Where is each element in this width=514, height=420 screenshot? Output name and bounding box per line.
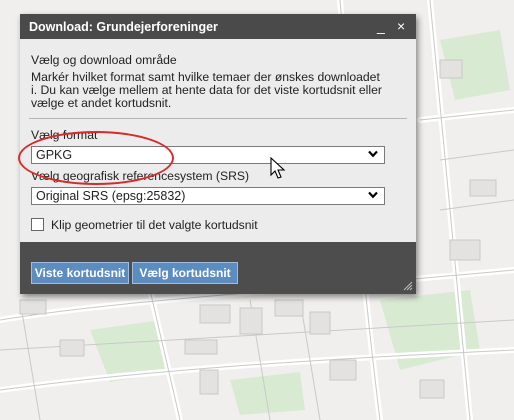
section-heading: Vælg og download område <box>31 53 177 67</box>
current-extent-button-label: Viste kortudsnit <box>34 266 126 280</box>
download-dialog: Download: Grundejerforeninger _ × Vælg o… <box>18 14 416 294</box>
chevron-down-icon <box>368 191 378 199</box>
dialog-content: Vælg og download område Markér hvilket f… <box>20 39 416 242</box>
description-line-1: Markér hvilket format samt hvilke temaer… <box>31 70 380 84</box>
description-line-3: vælge et andet kortudsnit. <box>31 96 172 110</box>
resize-grip-icon[interactable] <box>403 281 413 291</box>
screenshot-frame: Download: Grundejerforeninger _ × Vælg o… <box>0 0 514 420</box>
srs-selected-value: Original SRS (epsg:25832) <box>36 189 186 203</box>
current-extent-button[interactable]: Viste kortudsnit <box>31 262 129 284</box>
dialog-title: Download: Grundejerforeninger <box>29 20 218 34</box>
divider <box>29 118 407 119</box>
clip-checkbox[interactable] <box>31 218 44 231</box>
choose-extent-button-label: Vælg kortudsnit <box>139 266 231 280</box>
srs-select[interactable]: Original SRS (epsg:25832) <box>31 187 385 205</box>
chevron-down-icon <box>368 150 378 158</box>
dialog-titlebar[interactable]: Download: Grundejerforeninger _ × <box>20 14 416 39</box>
clip-label[interactable]: Klip geometrier til det valgte kortudsni… <box>51 218 258 232</box>
minimize-button[interactable]: _ <box>377 18 385 34</box>
mouse-cursor-icon <box>270 157 286 179</box>
format-label: Vælg format <box>31 128 98 142</box>
format-selected-value: GPKG <box>36 148 73 162</box>
description-line-2: i. Du kan vælge mellem at hente data for… <box>31 83 382 97</box>
close-button[interactable]: × <box>397 18 405 34</box>
srs-label: Vælg geografisk referencesystem (SRS) <box>31 169 250 183</box>
format-select[interactable]: GPKG <box>31 146 385 164</box>
choose-extent-button[interactable]: Vælg kortudsnit <box>132 262 238 284</box>
